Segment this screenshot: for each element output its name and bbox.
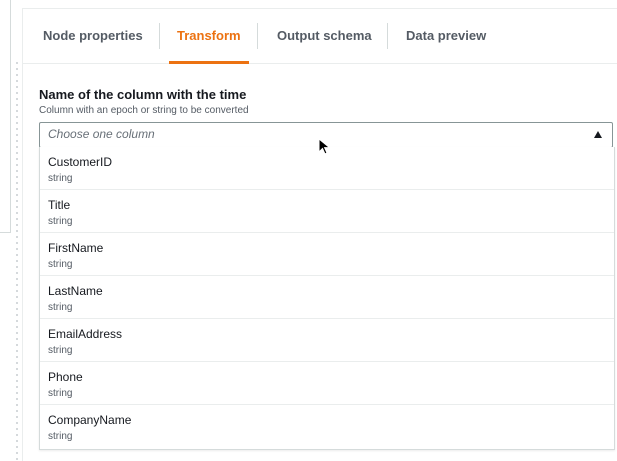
option-name: Title — [48, 198, 71, 212]
node-panel: Node properties Transform Output schema … — [22, 8, 617, 461]
column-dropdown-list: CustomerID string Title string FirstName… — [39, 147, 615, 450]
option-type: string — [48, 259, 73, 270]
left-panel-edge — [0, 0, 11, 233]
option-name: CompanyName — [48, 413, 132, 427]
list-item[interactable]: EmailAddress string — [40, 319, 614, 362]
field-description: Column with an epoch or string to be con… — [39, 105, 249, 116]
option-type: string — [48, 302, 73, 313]
dotted-divider — [16, 60, 18, 460]
tab-node-properties[interactable]: Node properties — [43, 9, 143, 63]
select-placeholder: Choose one column — [48, 127, 155, 141]
tab-output-schema[interactable]: Output schema — [277, 9, 372, 63]
list-item[interactable]: FirstName string — [40, 233, 614, 276]
option-name: Phone — [48, 370, 83, 384]
option-name: LastName — [48, 284, 103, 298]
field-label: Name of the column with the time — [39, 87, 247, 102]
tab-divider — [159, 23, 160, 49]
list-item[interactable]: Title string — [40, 190, 614, 233]
option-name: CustomerID — [48, 155, 113, 169]
option-type: string — [48, 216, 73, 227]
option-type: string — [48, 431, 73, 442]
tab-transform[interactable]: Transform — [169, 9, 249, 64]
option-type: string — [48, 173, 73, 184]
tab-data-preview[interactable]: Data preview — [406, 9, 486, 63]
tab-bar: Node properties Transform Output schema … — [23, 9, 617, 64]
option-type: string — [48, 345, 73, 356]
option-name: EmailAddress — [48, 327, 123, 341]
option-name: FirstName — [48, 241, 104, 255]
tab-divider — [257, 23, 258, 49]
option-type: string — [48, 388, 73, 399]
caret-up-icon — [594, 131, 602, 138]
list-item[interactable]: LastName string — [40, 276, 614, 319]
tab-divider — [387, 23, 388, 49]
list-item[interactable]: CompanyName string — [40, 405, 614, 447]
mouse-pointer-icon — [318, 138, 331, 155]
list-item[interactable]: Phone string — [40, 362, 614, 405]
